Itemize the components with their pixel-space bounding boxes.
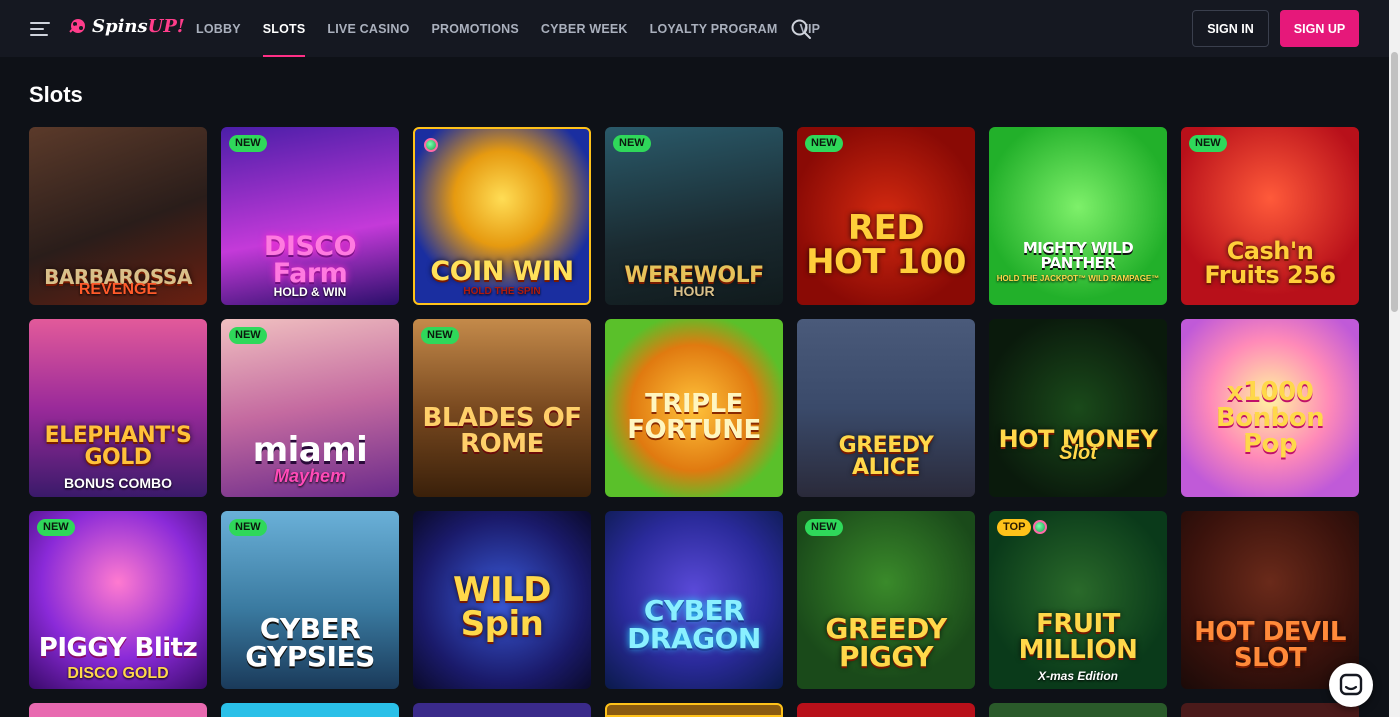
game-tile[interactable]: BARBAROSSA REVENGE: [29, 127, 207, 305]
jackpot-gem-icon: [1033, 520, 1047, 534]
game-tile[interactable]: [989, 703, 1167, 717]
game-tile[interactable]: [605, 703, 783, 717]
game-title: TRIPLE FORTUNE: [627, 389, 761, 445]
game-title: ELEPHANT'S GOLD: [44, 423, 192, 470]
game-tile[interactable]: [221, 703, 399, 717]
game-subtitle: HOUR: [673, 283, 715, 299]
nav-slots[interactable]: SLOTS: [262, 0, 306, 57]
nav-live-casino[interactable]: LIVE CASINO: [327, 0, 409, 57]
new-badge: NEW: [229, 519, 267, 536]
game-tile[interactable]: TRIPLE FORTUNE: [605, 319, 783, 497]
search-icon[interactable]: [790, 18, 812, 40]
scrollbar-thumb[interactable]: [1391, 52, 1398, 312]
game-subtitle: Slot: [1059, 442, 1097, 464]
game-tile[interactable]: GREEDY ALICE: [797, 319, 975, 497]
sign-in-button[interactable]: SIGN IN: [1192, 10, 1269, 47]
game-tile[interactable]: TOP FRUIT MILLION X-mas Edition: [989, 511, 1167, 689]
sign-up-button[interactable]: SIGN UP: [1280, 10, 1359, 47]
new-badge: NEW: [229, 327, 267, 344]
game-tile[interactable]: NEW miami Mayhem: [221, 319, 399, 497]
game-subtitle: BONUS COMBO: [63, 475, 173, 491]
top-header: SpinsUP! LOBBY SLOTS LIVE CASINO PROMOTI…: [0, 0, 1400, 57]
game-tile[interactable]: NEW RED HOT 100: [797, 127, 975, 305]
game-title: RED HOT 100: [806, 208, 966, 282]
game-subtitle: DISCO GOLD: [67, 665, 169, 682]
game-title: BLADES OF ROME: [422, 403, 583, 459]
game-tile[interactable]: x1000 Bonbon Pop: [1181, 319, 1359, 497]
game-tile[interactable]: ELEPHANT'S GOLD BONUS COMBO: [29, 319, 207, 497]
game-tile[interactable]: [413, 703, 591, 717]
game-subtitle: Mayhem: [273, 466, 347, 486]
game-tile[interactable]: HOT MONEY Slot: [989, 319, 1167, 497]
game-title: FRUIT MILLION: [1018, 609, 1138, 665]
main-nav: LOBBY SLOTS LIVE CASINO PROMOTIONS CYBER…: [196, 0, 842, 57]
new-badge: NEW: [421, 327, 459, 344]
nav-lobby[interactable]: LOBBY: [196, 0, 241, 57]
game-tile[interactable]: WILD Spin: [413, 511, 591, 689]
game-title: WILD Spin: [452, 570, 552, 644]
new-badge: NEW: [229, 135, 267, 152]
nav-cyber-week[interactable]: CYBER WEEK: [541, 0, 628, 57]
game-tile[interactable]: NEW BLADES OF ROME: [413, 319, 591, 497]
logo-icon: [69, 19, 85, 33]
logo-text: Spins: [92, 15, 148, 37]
game-tile[interactable]: NEW CYBER GYPSIES: [221, 511, 399, 689]
page-scrollbar[interactable]: [1389, 0, 1400, 717]
game-title: GREEDY PIGGY: [825, 612, 947, 673]
new-badge: NEW: [805, 519, 843, 536]
game-tile[interactable]: NEW WEREWOLF HOUR: [605, 127, 783, 305]
game-tile[interactable]: CYBER DRAGON: [605, 511, 783, 689]
logo[interactable]: SpinsUP!: [66, 14, 185, 38]
game-subtitle: REVENGE: [78, 281, 158, 298]
game-subtitle: HOLD & WIN: [273, 285, 347, 299]
game-tile[interactable]: COIN WIN HOLD THE SPIN: [413, 127, 591, 305]
game-title: PIGGY Blitz: [38, 633, 198, 663]
game-tile[interactable]: [797, 703, 975, 717]
menu-icon[interactable]: [30, 20, 50, 36]
nav-loyalty-program[interactable]: LOYALTY PROGRAM: [650, 0, 778, 57]
top-badge: TOP: [997, 519, 1032, 536]
game-tile[interactable]: NEW Cash'n Fruits 256: [1181, 127, 1359, 305]
game-title: MIGHTY WILD PANTHER: [1022, 239, 1134, 272]
game-title: COIN WIN: [430, 256, 574, 287]
new-badge: NEW: [613, 135, 651, 152]
new-badge: NEW: [805, 135, 843, 152]
jackpot-gem-icon: [424, 138, 438, 152]
new-badge: NEW: [37, 519, 75, 536]
game-subtitle: HOLD THE JACKPOT™ WILD RAMPAGE™: [996, 274, 1160, 283]
game-title: Cash'n Fruits 256: [1204, 237, 1336, 289]
game-tile[interactable]: [29, 703, 207, 717]
nav-promotions[interactable]: PROMOTIONS: [432, 0, 519, 57]
chat-icon: [1339, 673, 1363, 696]
game-title: miami: [252, 430, 368, 470]
game-subtitle: HOLD THE SPIN: [463, 286, 541, 297]
page-title: Slots: [29, 82, 83, 107]
game-title: x1000 Bonbon Pop: [1215, 377, 1325, 459]
game-title: GREEDY ALICE: [838, 433, 934, 480]
game-subtitle: X-mas Edition: [1037, 669, 1118, 683]
game-tile[interactable]: NEW DISCO Farm HOLD & WIN: [221, 127, 399, 305]
game-tile[interactable]: MIGHTY WILD PANTHER HOLD THE JACKPOT™ WI…: [989, 127, 1167, 305]
game-title: DISCO Farm: [263, 231, 357, 289]
chat-button[interactable]: [1329, 663, 1373, 707]
game-tile[interactable]: NEW PIGGY Blitz DISCO GOLD: [29, 511, 207, 689]
game-tile[interactable]: NEW GREEDY PIGGY: [797, 511, 975, 689]
game-title: CYBER GYPSIES: [245, 612, 375, 673]
logo-accent: UP!: [147, 15, 185, 37]
new-badge: NEW: [1189, 135, 1227, 152]
game-title: CYBER DRAGON: [627, 594, 761, 655]
